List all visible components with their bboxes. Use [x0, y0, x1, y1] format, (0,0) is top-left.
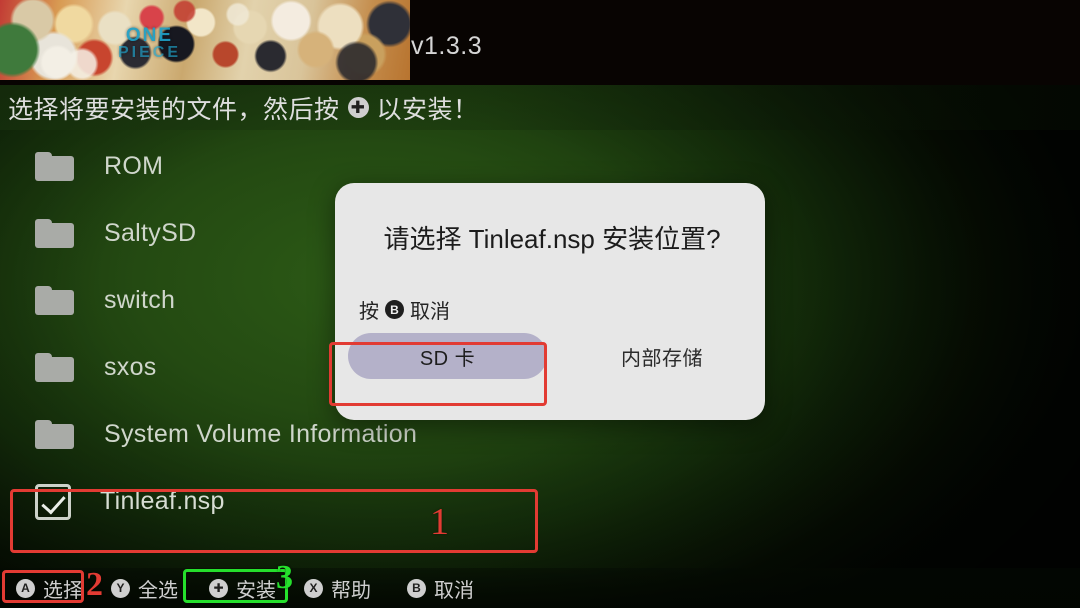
action-select-label: 选择 [43, 579, 83, 602]
folder-icon [35, 353, 74, 382]
action-select-all-label: 全选 [138, 579, 178, 602]
y-button-icon: Y [111, 578, 130, 598]
action-install[interactable]: ✚ 安装 [203, 574, 276, 603]
one-piece-logo-line2: PIECE [118, 44, 182, 61]
instruction-text: 选择将要安装的文件，然后按 ✚ 以安装！ [8, 90, 479, 126]
list-item-label: sxos [104, 353, 157, 381]
list-item-label: SaltySD [104, 219, 197, 247]
dialog-cancel-hint: 按 B 取消 [359, 295, 450, 324]
banner-art-layer-front [0, 0, 410, 80]
instruction-text-after: 以安装！ [376, 95, 479, 124]
bottom-action-bar: A 选择 Y 全选 ✚ 安装 X 帮助 B 取消 [0, 568, 1080, 608]
x-button-icon: X [304, 578, 323, 598]
instruction-bar: 选择将要安装的文件，然后按 ✚ 以安装！ [0, 85, 1080, 130]
list-item-label: System Volume Information [104, 420, 418, 448]
a-button-icon: A [16, 578, 35, 598]
b-button-icon: B [385, 300, 404, 319]
list-item-label: switch [104, 286, 176, 314]
action-select[interactable]: A 选择 [10, 574, 83, 603]
checkbox-checked-icon[interactable] [35, 483, 71, 520]
plus-button-icon: ✚ [209, 578, 228, 598]
internal-storage-button[interactable]: 内部存储 [621, 342, 703, 371]
install-location-dialog: 请选择 Tinleaf.nsp 安装位置? 按 B 取消 SD 卡 内部存储 [335, 183, 765, 420]
plus-button-icon: ✚ [347, 97, 369, 118]
action-help-label: 帮助 [331, 579, 371, 602]
action-install-label: 安装 [236, 579, 276, 602]
dialog-options-row: SD 卡 内部存储 [335, 333, 765, 379]
sd-card-button[interactable]: SD 卡 [348, 333, 547, 379]
b-button-icon: B [407, 578, 426, 598]
dialog-hint-after: 取消 [410, 301, 450, 323]
list-item-label: Tinleaf.nsp [100, 487, 225, 515]
tinfoil-installer-screen: ONE PIECE v1.3.3 选择将要安装的文件，然后按 ✚ 以安装！ RO… [0, 0, 1080, 608]
list-item-label: ROM [104, 152, 164, 180]
one-piece-banner-image: ONE PIECE [0, 0, 410, 80]
action-select-all[interactable]: Y 全选 [105, 574, 178, 603]
list-item-selected-file[interactable]: Tinleaf.nsp [0, 468, 620, 535]
one-piece-logo: ONE PIECE [118, 25, 182, 61]
dialog-hint-before: 按 [359, 301, 379, 323]
instruction-text-before: 选择将要安装的文件，然后按 [8, 95, 340, 124]
folder-icon [35, 152, 74, 181]
folder-icon [35, 286, 74, 315]
action-cancel[interactable]: B 取消 [401, 574, 474, 603]
app-header: ONE PIECE v1.3.3 [0, 0, 1080, 85]
action-help[interactable]: X 帮助 [298, 574, 371, 603]
dialog-title: 请选择 Tinleaf.nsp 安装位置? [383, 224, 721, 254]
app-version-label: v1.3.3 [411, 32, 483, 60]
folder-icon [35, 219, 74, 248]
folder-icon [35, 420, 74, 449]
one-piece-logo-line1: ONE [125, 25, 174, 46]
action-cancel-label: 取消 [434, 579, 474, 602]
